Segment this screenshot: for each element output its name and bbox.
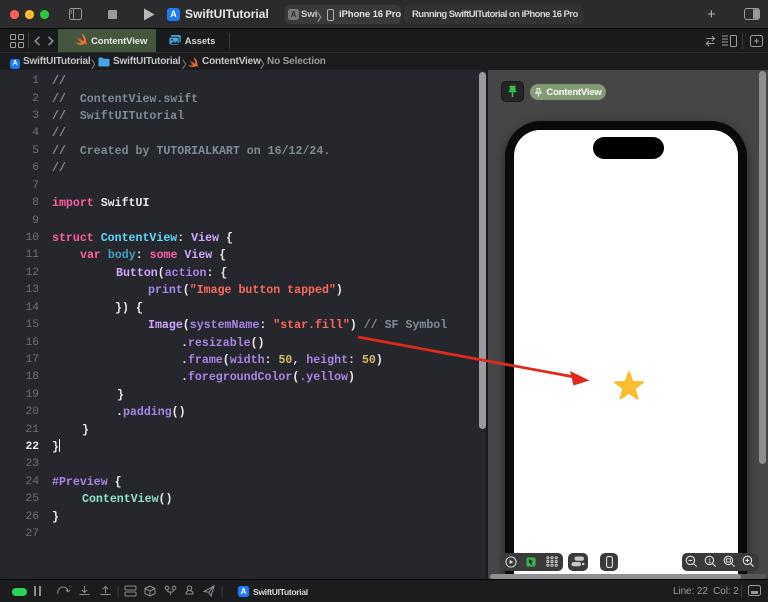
svg-text:1: 1: [708, 558, 712, 565]
